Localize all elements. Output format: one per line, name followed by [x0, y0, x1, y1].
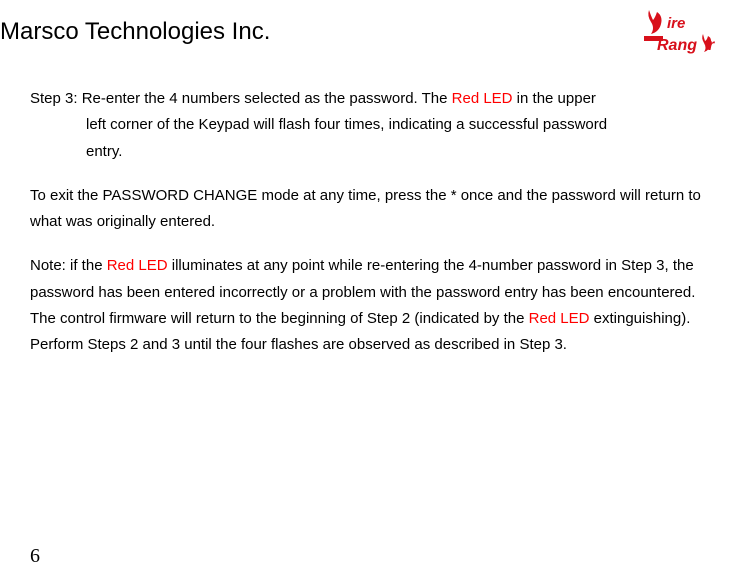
step-3-text-2: left corner of the Keypad will flash fou… — [30, 112, 721, 138]
step-3-text-3: entry. — [30, 139, 721, 165]
step-3-text-1: Re-enter the 4 numbers selected as the p… — [82, 90, 452, 107]
note-paragraph: Note: if the Red LED illuminates at any … — [30, 253, 721, 358]
company-title: Marsco Technologies Inc. — [0, 18, 751, 46]
header: Marsco Technologies Inc. ire Rang r — [0, 0, 751, 46]
document-body: Step 3: Re-enter the 4 numbers selected … — [0, 46, 751, 358]
red-led-text: Red LED — [529, 310, 590, 327]
flame-icon: ire Rang r — [641, 8, 726, 58]
step-3-text-1b: in the upper — [513, 90, 596, 107]
svg-text:ire: ire — [667, 15, 685, 32]
page-number: 6 — [30, 545, 40, 568]
note-text-1: Note: if the — [30, 257, 107, 274]
svg-text:Rang: Rang — [657, 37, 697, 54]
step-3-paragraph: Step 3: Re-enter the 4 numbers selected … — [30, 86, 721, 165]
fire-ranger-logo: ire Rang r — [641, 8, 726, 58]
exit-paragraph: To exit the PASSWORD CHANGE mode at any … — [30, 183, 721, 236]
red-led-text: Red LED — [107, 257, 168, 274]
red-led-text: Red LED — [452, 90, 513, 107]
exit-text: To exit the PASSWORD CHANGE mode at any … — [30, 187, 701, 230]
step-3-label: Step 3: — [30, 90, 82, 107]
